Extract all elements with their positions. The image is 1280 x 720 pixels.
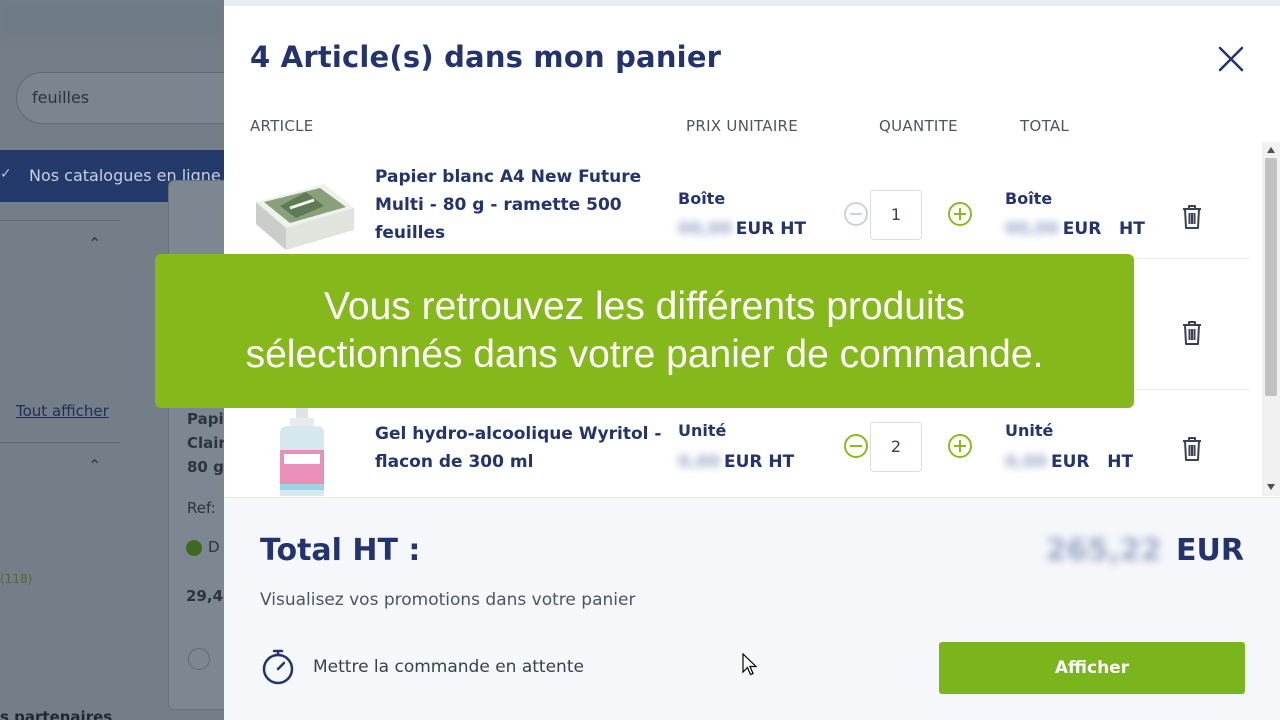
total-label: Total HT : <box>260 533 421 568</box>
mouse-cursor-icon <box>742 653 758 676</box>
unit-price: 0,00 EUR HT <box>678 452 794 472</box>
unit-price-suffix: EUR HT <box>735 219 807 239</box>
unit-label: Boîte <box>678 189 726 208</box>
quantity-plus-button[interactable] <box>948 202 972 226</box>
hidden-line-total: 0,00 <box>1005 452 1047 472</box>
quantity-input[interactable]: 1 <box>870 190 922 240</box>
cart-title: 4 Article(s) dans mon panier <box>250 40 722 74</box>
promo-text: Visualisez vos promotions dans votre pan… <box>260 590 636 610</box>
background-header <box>0 0 224 40</box>
column-header-unit-price: PRIX UNITAIRE <box>686 117 799 135</box>
quantity-minus-button[interactable] <box>844 434 868 458</box>
line-total-suffix: EUR HT <box>1062 219 1145 239</box>
total-unit-label: Unité <box>1005 421 1054 440</box>
product-image-gel-bottle <box>250 408 360 496</box>
hold-order-button[interactable]: Mettre la commande en attente <box>260 648 584 688</box>
divider <box>0 220 120 221</box>
background-show-all-link: Tout afficher <box>16 402 109 420</box>
background-search-value: feuilles <box>32 88 90 107</box>
quantity-input[interactable]: 2 <box>870 422 922 472</box>
unit-label: Unité <box>678 421 727 440</box>
minus-icon <box>188 648 210 670</box>
unit-price: 00,00 EUR HT <box>678 219 806 239</box>
background-product-line: 80 g <box>187 458 224 476</box>
hold-order-label: Mettre la commande en attente <box>313 657 584 677</box>
column-header-article: ARTICLE <box>250 117 314 135</box>
chevron-up-icon: ⌃ <box>88 456 102 475</box>
background-search-input: feuilles <box>16 72 224 124</box>
background-filter-count: (118) <box>0 572 33 586</box>
trash-icon[interactable] <box>1181 204 1203 230</box>
quantity-minus-button[interactable] <box>844 202 868 226</box>
divider <box>0 442 120 443</box>
hidden-line-total: 00,00 <box>1005 219 1059 239</box>
scrollbar-thumb[interactable] <box>1265 158 1277 396</box>
unit-price-suffix: EUR HT <box>723 452 795 472</box>
total-unit-label: Boîte <box>1005 189 1053 208</box>
line-total-suffix: EUR HT <box>1050 452 1134 472</box>
hidden-total-amount: 265,22 <box>1045 533 1162 568</box>
total-currency: EUR <box>1176 533 1244 568</box>
background-bottom-text: s partenaires <box>0 708 113 720</box>
background-price: 29,4 <box>186 587 224 605</box>
chevron-up-icon: ⌃ <box>88 234 102 253</box>
column-header-total: TOTAL <box>1020 117 1070 135</box>
column-header-quantity: QUANTITE <box>879 117 958 135</box>
background-product-line: Papi <box>187 410 224 428</box>
caption-line-2: sélectionnés dans votre panier de comman… <box>245 333 1044 376</box>
product-name[interactable]: Gel hydro-alcoolique Wyritol - flacon de… <box>375 420 665 476</box>
tutorial-caption: Vous retrouvez les différents produits s… <box>155 254 1134 408</box>
stopwatch-icon <box>262 649 294 685</box>
trash-icon[interactable] <box>1181 320 1203 346</box>
scroll-down-arrow-icon[interactable] <box>1267 484 1275 490</box>
background-ref-label: Ref: <box>187 499 216 517</box>
line-total: 00,00 EUR HT <box>1005 219 1145 239</box>
product-image-paper-ream <box>250 162 360 252</box>
quantity-plus-button[interactable] <box>948 434 972 458</box>
hidden-unit-price: 0,00 <box>678 452 720 472</box>
scroll-up-arrow-icon[interactable] <box>1267 147 1275 153</box>
show-button[interactable]: Afficher <box>939 642 1245 694</box>
line-total: 0,00 EUR HT <box>1005 452 1133 472</box>
cart-footer: Total HT : 265,22 EUR Visualisez vos pro… <box>224 497 1280 720</box>
background-availability: D <box>208 538 220 556</box>
total-value: 265,22 EUR <box>1046 533 1244 568</box>
trash-icon[interactable] <box>1181 436 1203 462</box>
product-name[interactable]: Papier blanc A4 New Future Multi - 80 g … <box>375 163 665 247</box>
cart-scrollbar[interactable] <box>1262 142 1280 496</box>
close-icon[interactable] <box>1216 44 1246 74</box>
panel-top-border <box>224 0 1280 6</box>
availability-dot-icon <box>186 540 202 556</box>
hidden-unit-price: 00,00 <box>678 219 732 239</box>
background-product-line: Clair <box>187 434 226 452</box>
caption-line-1: Vous retrouvez les différents produits <box>324 285 965 328</box>
chevron-icon: ✓ <box>0 166 12 182</box>
cart-item-row: Papier blanc A4 New Future Multi - 80 g … <box>250 142 1250 259</box>
